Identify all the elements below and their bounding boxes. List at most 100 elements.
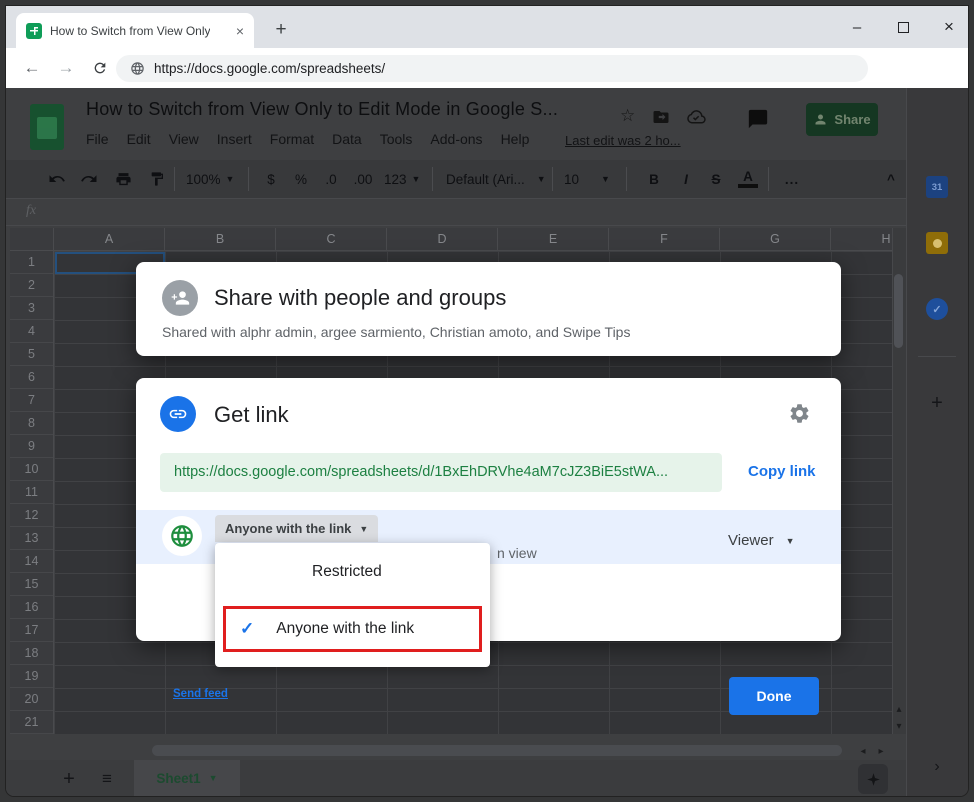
menu-item[interactable]: Tools — [380, 131, 413, 147]
row-header[interactable]: 5 — [10, 343, 53, 366]
forward-icon[interactable]: → — [54, 56, 78, 80]
move-folder-icon[interactable] — [652, 108, 670, 126]
link-settings-gear-icon[interactable] — [788, 402, 811, 425]
copy-link-button[interactable]: Copy link — [748, 463, 816, 480]
column-header[interactable]: A — [54, 228, 165, 251]
print-icon[interactable] — [112, 168, 134, 190]
all-sheets-icon[interactable]: ≡ — [94, 768, 120, 790]
column-header[interactable]: G — [720, 228, 831, 251]
comments-icon[interactable] — [746, 108, 770, 130]
row-header[interactable]: 11 — [10, 481, 53, 504]
minimize-button[interactable]: – — [842, 14, 872, 40]
row-header[interactable]: 12 — [10, 504, 53, 527]
add-sheet-icon[interactable]: + — [56, 768, 82, 790]
explore-button[interactable] — [858, 764, 888, 794]
bold-button[interactable]: B — [644, 168, 664, 190]
document-title[interactable]: How to Switch from View Only to Edit Mod… — [86, 99, 558, 120]
strikethrough-button[interactable]: S — [706, 168, 726, 190]
scroll-up-icon[interactable]: ▴ — [892, 701, 906, 717]
row-header[interactable]: 21 — [10, 711, 53, 734]
menu-item-anyone-highlighted[interactable]: ✓ Anyone with the link — [223, 606, 482, 652]
row-header[interactable]: 19 — [10, 665, 53, 688]
reload-icon[interactable] — [88, 56, 112, 80]
formula-bar[interactable] — [6, 198, 906, 226]
font-select[interactable]: Default (Ari...▼ — [446, 168, 546, 190]
browser-tab[interactable]: How to Switch from View Only to × — [16, 13, 254, 48]
text-color-button[interactable]: A — [738, 168, 758, 188]
menu-item[interactable]: Insert — [217, 131, 252, 147]
row-header[interactable]: 2 — [10, 274, 53, 297]
column-header[interactable]: B — [165, 228, 276, 251]
role-dropdown[interactable]: Viewer ▼ — [728, 532, 795, 549]
tab-close-icon[interactable]: × — [236, 24, 244, 38]
row-header[interactable]: 15 — [10, 573, 53, 596]
menu-item[interactable]: View — [169, 131, 199, 147]
column-header[interactable]: F — [609, 228, 720, 251]
collapse-toolbar-icon[interactable]: ^ — [880, 168, 902, 190]
get-addons-icon[interactable]: + — [924, 390, 950, 416]
row-header[interactable]: 6 — [10, 366, 53, 389]
more-toolbar-button[interactable]: ... — [780, 168, 804, 190]
font-size-select[interactable]: 10▼ — [564, 168, 610, 190]
last-edit-link[interactable]: Last edit was 2 ho... — [565, 133, 681, 148]
sheets-logo-icon[interactable] — [30, 104, 64, 150]
row-header[interactable]: 9 — [10, 435, 53, 458]
maximize-button[interactable] — [888, 14, 918, 40]
scroll-down-icon[interactable]: ▾ — [892, 718, 906, 734]
menu-item[interactable]: Add-ons — [430, 131, 482, 147]
send-feedback-link[interactable]: Send feed — [173, 688, 228, 700]
share-url-field[interactable]: https://docs.google.com/spreadsheets/d/1… — [160, 453, 722, 492]
calendar-icon[interactable]: 31 — [926, 176, 948, 198]
column-header[interactable]: C — [276, 228, 387, 251]
increase-decimal-button[interactable]: .00 — [350, 168, 376, 190]
access-scope-dropdown[interactable]: Anyone with the link ▼ — [215, 515, 378, 542]
row-header[interactable]: 16 — [10, 596, 53, 619]
column-header[interactable]: E — [498, 228, 609, 251]
keep-icon[interactable] — [926, 232, 948, 254]
undo-icon[interactable] — [46, 168, 68, 190]
row-header[interactable]: 18 — [10, 642, 53, 665]
new-tab-button[interactable]: + — [268, 17, 294, 43]
row-header[interactable]: 7 — [10, 389, 53, 412]
column-header[interactable]: D — [387, 228, 498, 251]
menu-item[interactable]: Format — [270, 131, 314, 147]
row-header[interactable]: 8 — [10, 412, 53, 435]
menu-item[interactable]: File — [86, 131, 109, 147]
italic-button[interactable]: I — [676, 168, 696, 190]
row-header[interactable]: 4 — [10, 320, 53, 343]
scroll-right-icon[interactable]: ▸ — [874, 743, 888, 759]
percent-button[interactable]: % — [292, 168, 310, 190]
paint-format-icon[interactable] — [146, 168, 168, 190]
cloud-status-icon[interactable] — [686, 109, 706, 124]
scroll-left-icon[interactable]: ◂ — [856, 743, 870, 759]
row-header[interactable]: 1 — [10, 251, 53, 274]
menu-item-restricted[interactable]: Restricted — [312, 563, 382, 581]
row-header[interactable]: 13 — [10, 527, 53, 550]
redo-icon[interactable] — [78, 168, 100, 190]
expand-panel-icon[interactable]: › — [926, 756, 948, 778]
sheet-tab-sheet1[interactable]: Sheet1 ▼ — [134, 760, 240, 796]
tasks-icon[interactable]: ✓ — [926, 298, 948, 320]
back-icon[interactable]: ← — [20, 56, 44, 80]
grid-corner[interactable] — [10, 228, 54, 251]
done-button[interactable]: Done — [729, 677, 819, 715]
currency-button[interactable]: $ — [262, 168, 280, 190]
row-header[interactable]: 10 — [10, 458, 53, 481]
vertical-scrollbar-thumb[interactable] — [894, 274, 903, 348]
horizontal-scrollbar-thumb[interactable] — [152, 745, 842, 756]
menu-item[interactable]: Data — [332, 131, 362, 147]
share-button[interactable]: Share — [806, 103, 878, 136]
menu-item[interactable]: Edit — [127, 131, 151, 147]
decrease-decimal-button[interactable]: .0 — [320, 168, 342, 190]
close-button[interactable]: × — [934, 14, 964, 40]
menu-item[interactable]: Help — [501, 131, 530, 147]
zoom-select[interactable]: 100%▼ — [186, 168, 234, 190]
row-header[interactable]: 20 — [10, 688, 53, 711]
row-header[interactable]: 14 — [10, 550, 53, 573]
column-header[interactable]: H — [831, 228, 892, 251]
row-header[interactable]: 3 — [10, 297, 53, 320]
star-icon[interactable]: ☆ — [620, 106, 635, 126]
row-header[interactable]: 17 — [10, 619, 53, 642]
url-bar[interactable]: https://docs.google.com/spreadsheets/ — [116, 55, 868, 82]
number-format-button[interactable]: 123▼ — [384, 168, 420, 190]
